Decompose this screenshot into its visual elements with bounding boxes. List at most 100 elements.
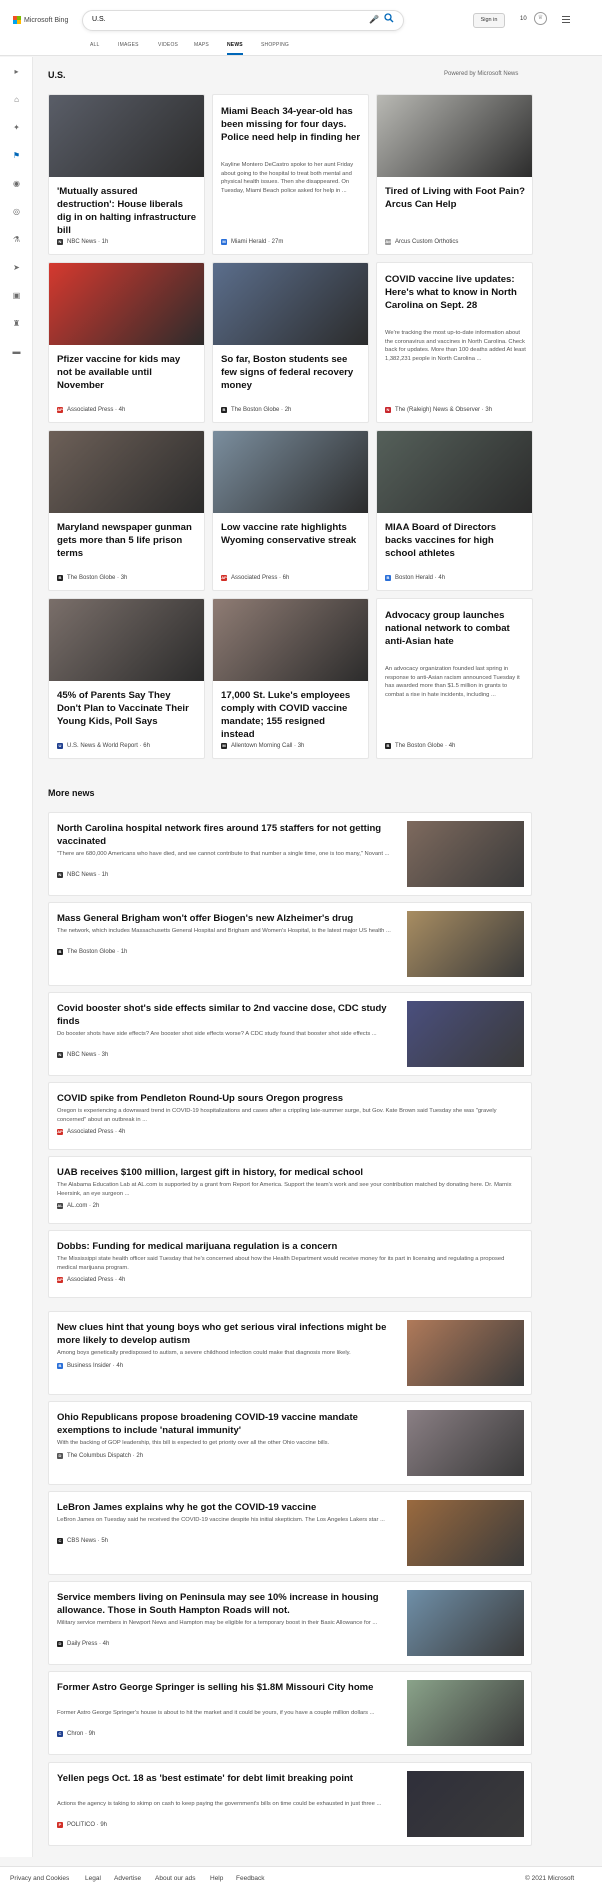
news-list-item[interactable]: Ohio Republicans propose broadening COVI… <box>48 1401 532 1485</box>
discover-icon[interactable]: ✦ <box>12 123 21 132</box>
news-card-title[interactable]: MIAA Board of Directors backs vaccines f… <box>385 521 525 560</box>
news-card[interactable]: Miami Beach 34-year-old has been missing… <box>212 94 369 255</box>
globe-icon[interactable]: ◎ <box>12 207 21 216</box>
news-thumbnail[interactable] <box>407 1500 524 1566</box>
news-item-title[interactable]: Service members living on Peninsula may … <box>57 1591 397 1617</box>
news-list-item[interactable]: Dobbs: Funding for medical marijuana reg… <box>48 1230 532 1298</box>
chevron-right-icon[interactable]: ▸ <box>12 67 21 76</box>
footer-about-ads-link[interactable]: About our ads <box>155 1875 195 1882</box>
news-item-title[interactable]: Covid booster shot's side effects simila… <box>57 1002 397 1028</box>
news-card-title[interactable]: Low vaccine rate highlights Wyoming cons… <box>221 521 361 547</box>
news-thumbnail[interactable] <box>407 1590 524 1656</box>
tab-images[interactable]: IMAGES <box>118 42 139 48</box>
news-card[interactable]: Tired of Living with Foot Pain? Arcus Ca… <box>376 94 533 255</box>
news-card-title[interactable]: Pfizer vaccine for kids may not be avail… <box>57 353 197 392</box>
news-card[interactable]: Advocacy group launches national network… <box>376 598 533 759</box>
news-item-title[interactable]: LeBron James explains why he got the COV… <box>57 1501 397 1514</box>
news-item-title[interactable]: Former Astro George Springer is selling … <box>57 1681 397 1694</box>
footer-advertise-link[interactable]: Advertise <box>114 1875 141 1882</box>
microphone-icon[interactable]: 🎤 <box>369 15 379 24</box>
sign-in-button[interactable]: Sign in <box>473 13 505 28</box>
news-thumbnail[interactable] <box>49 95 204 177</box>
news-list-item[interactable]: Covid booster shot's side effects simila… <box>48 992 532 1076</box>
search-icon[interactable] <box>384 13 394 23</box>
news-card[interactable]: 45% of Parents Say They Don't Plan to Va… <box>48 598 205 759</box>
news-card[interactable]: Pfizer vaccine for kids may not be avail… <box>48 262 205 423</box>
news-card-title[interactable]: 'Mutually assured destruction': House li… <box>57 185 197 237</box>
money-icon[interactable]: ▬ <box>12 347 21 356</box>
tab-all[interactable]: ALL <box>90 42 100 48</box>
location-icon[interactable]: ◉ <box>12 179 21 188</box>
news-thumbnail[interactable] <box>49 431 204 513</box>
news-card[interactable]: Maryland newspaper gunman gets more than… <box>48 430 205 591</box>
news-item-title[interactable]: UAB receives $100 million, largest gift … <box>57 1166 525 1179</box>
rewards-trophy-icon[interactable]: ♕ <box>534 12 547 25</box>
news-item-title[interactable]: COVID spike from Pendleton Round-Up sour… <box>57 1092 525 1105</box>
news-card-title[interactable]: Advocacy group launches national network… <box>385 609 525 648</box>
tab-news[interactable]: NEWS <box>227 42 243 55</box>
news-thumbnail[interactable] <box>407 1680 524 1746</box>
news-item-title[interactable]: Mass General Brigham won't offer Biogen'… <box>57 912 397 925</box>
footer-privacy-link[interactable]: Privacy and Cookies <box>10 1875 69 1882</box>
entertainment-icon[interactable]: ▣ <box>12 291 21 300</box>
news-thumbnail[interactable] <box>407 821 524 887</box>
news-list-item[interactable]: LeBron James explains why he got the COV… <box>48 1491 532 1575</box>
news-card[interactable]: 'Mutually assured destruction': House li… <box>48 94 205 255</box>
footer-feedback-link[interactable]: Feedback <box>236 1875 265 1882</box>
news-list-item[interactable]: Yellen pegs Oct. 18 as 'best estimate' f… <box>48 1762 532 1846</box>
news-card-title[interactable]: 45% of Parents Say They Don't Plan to Va… <box>57 689 197 728</box>
news-thumbnail[interactable] <box>407 1771 524 1837</box>
home-icon[interactable]: ⌂ <box>12 95 21 104</box>
rocket-icon[interactable]: ➤ <box>12 263 21 272</box>
news-list-item[interactable]: North Carolina hospital network fires ar… <box>48 812 532 896</box>
search-input[interactable] <box>92 16 352 23</box>
science-icon[interactable]: ⚗ <box>12 235 21 244</box>
news-card-title[interactable]: Tired of Living with Foot Pain? Arcus Ca… <box>385 185 525 211</box>
news-card-title[interactable]: COVID vaccine live updates: Here's what … <box>385 273 525 312</box>
news-list-item[interactable]: Mass General Brigham won't offer Biogen'… <box>48 902 532 986</box>
search-box[interactable] <box>82 10 404 31</box>
hamburger-menu-icon[interactable] <box>562 16 570 25</box>
news-item-title[interactable]: North Carolina hospital network fires ar… <box>57 822 397 848</box>
tab-maps[interactable]: MAPS <box>194 42 209 48</box>
news-thumbnail[interactable] <box>49 263 204 345</box>
news-thumbnail[interactable] <box>407 911 524 977</box>
powered-by[interactable]: Powered by Microsoft News <box>444 71 518 77</box>
news-list-item[interactable]: New clues hint that young boys who get s… <box>48 1311 532 1395</box>
news-item-title[interactable]: Yellen pegs Oct. 18 as 'best estimate' f… <box>57 1772 397 1785</box>
news-card-title[interactable]: 17,000 St. Luke's employees comply with … <box>221 689 361 741</box>
news-list-item[interactable]: UAB receives $100 million, largest gift … <box>48 1156 532 1224</box>
news-thumbnail[interactable] <box>49 599 204 681</box>
flag-icon[interactable]: ⚑ <box>12 151 21 160</box>
news-card[interactable]: Low vaccine rate highlights Wyoming cons… <box>212 430 369 591</box>
news-card[interactable]: COVID vaccine live updates: Here's what … <box>376 262 533 423</box>
news-thumbnail[interactable] <box>377 431 532 513</box>
news-list-item[interactable]: Former Astro George Springer is selling … <box>48 1671 532 1755</box>
news-thumbnail[interactable] <box>213 431 368 513</box>
news-list-item[interactable]: COVID spike from Pendleton Round-Up sour… <box>48 1082 532 1150</box>
news-thumbnail[interactable] <box>407 1001 524 1067</box>
news-card[interactable]: MIAA Board of Directors backs vaccines f… <box>376 430 533 591</box>
news-list-item[interactable]: Service members living on Peninsula may … <box>48 1581 532 1665</box>
footer-help-link[interactable]: Help <box>210 1875 223 1882</box>
news-card[interactable]: 17,000 St. Luke's employees comply with … <box>212 598 369 759</box>
copyright: © 2021 Microsoft <box>525 1875 575 1882</box>
tab-shopping[interactable]: SHOPPING <box>261 42 289 48</box>
news-thumbnail[interactable] <box>377 95 532 177</box>
footer-legal-link[interactable]: Legal <box>85 1875 101 1882</box>
rewards-points[interactable]: 10 <box>520 16 527 22</box>
tab-videos[interactable]: VIDEOS <box>158 42 178 48</box>
news-thumbnail[interactable] <box>213 599 368 681</box>
news-thumbnail[interactable] <box>407 1410 524 1476</box>
news-thumbnail[interactable] <box>407 1320 524 1386</box>
politics-icon[interactable]: ♜ <box>12 319 21 328</box>
news-item-title[interactable]: Ohio Republicans propose broadening COVI… <box>57 1411 397 1437</box>
news-card-title[interactable]: Miami Beach 34-year-old has been missing… <box>221 105 361 144</box>
news-item-title[interactable]: Dobbs: Funding for medical marijuana reg… <box>57 1240 525 1253</box>
news-card-title[interactable]: So far, Boston students see few signs of… <box>221 353 361 392</box>
news-card[interactable]: So far, Boston students see few signs of… <box>212 262 369 423</box>
news-card-title[interactable]: Maryland newspaper gunman gets more than… <box>57 521 197 560</box>
news-item-title[interactable]: New clues hint that young boys who get s… <box>57 1321 397 1347</box>
news-thumbnail[interactable] <box>213 263 368 345</box>
bing-logo[interactable]: Microsoft Bing <box>13 16 68 24</box>
